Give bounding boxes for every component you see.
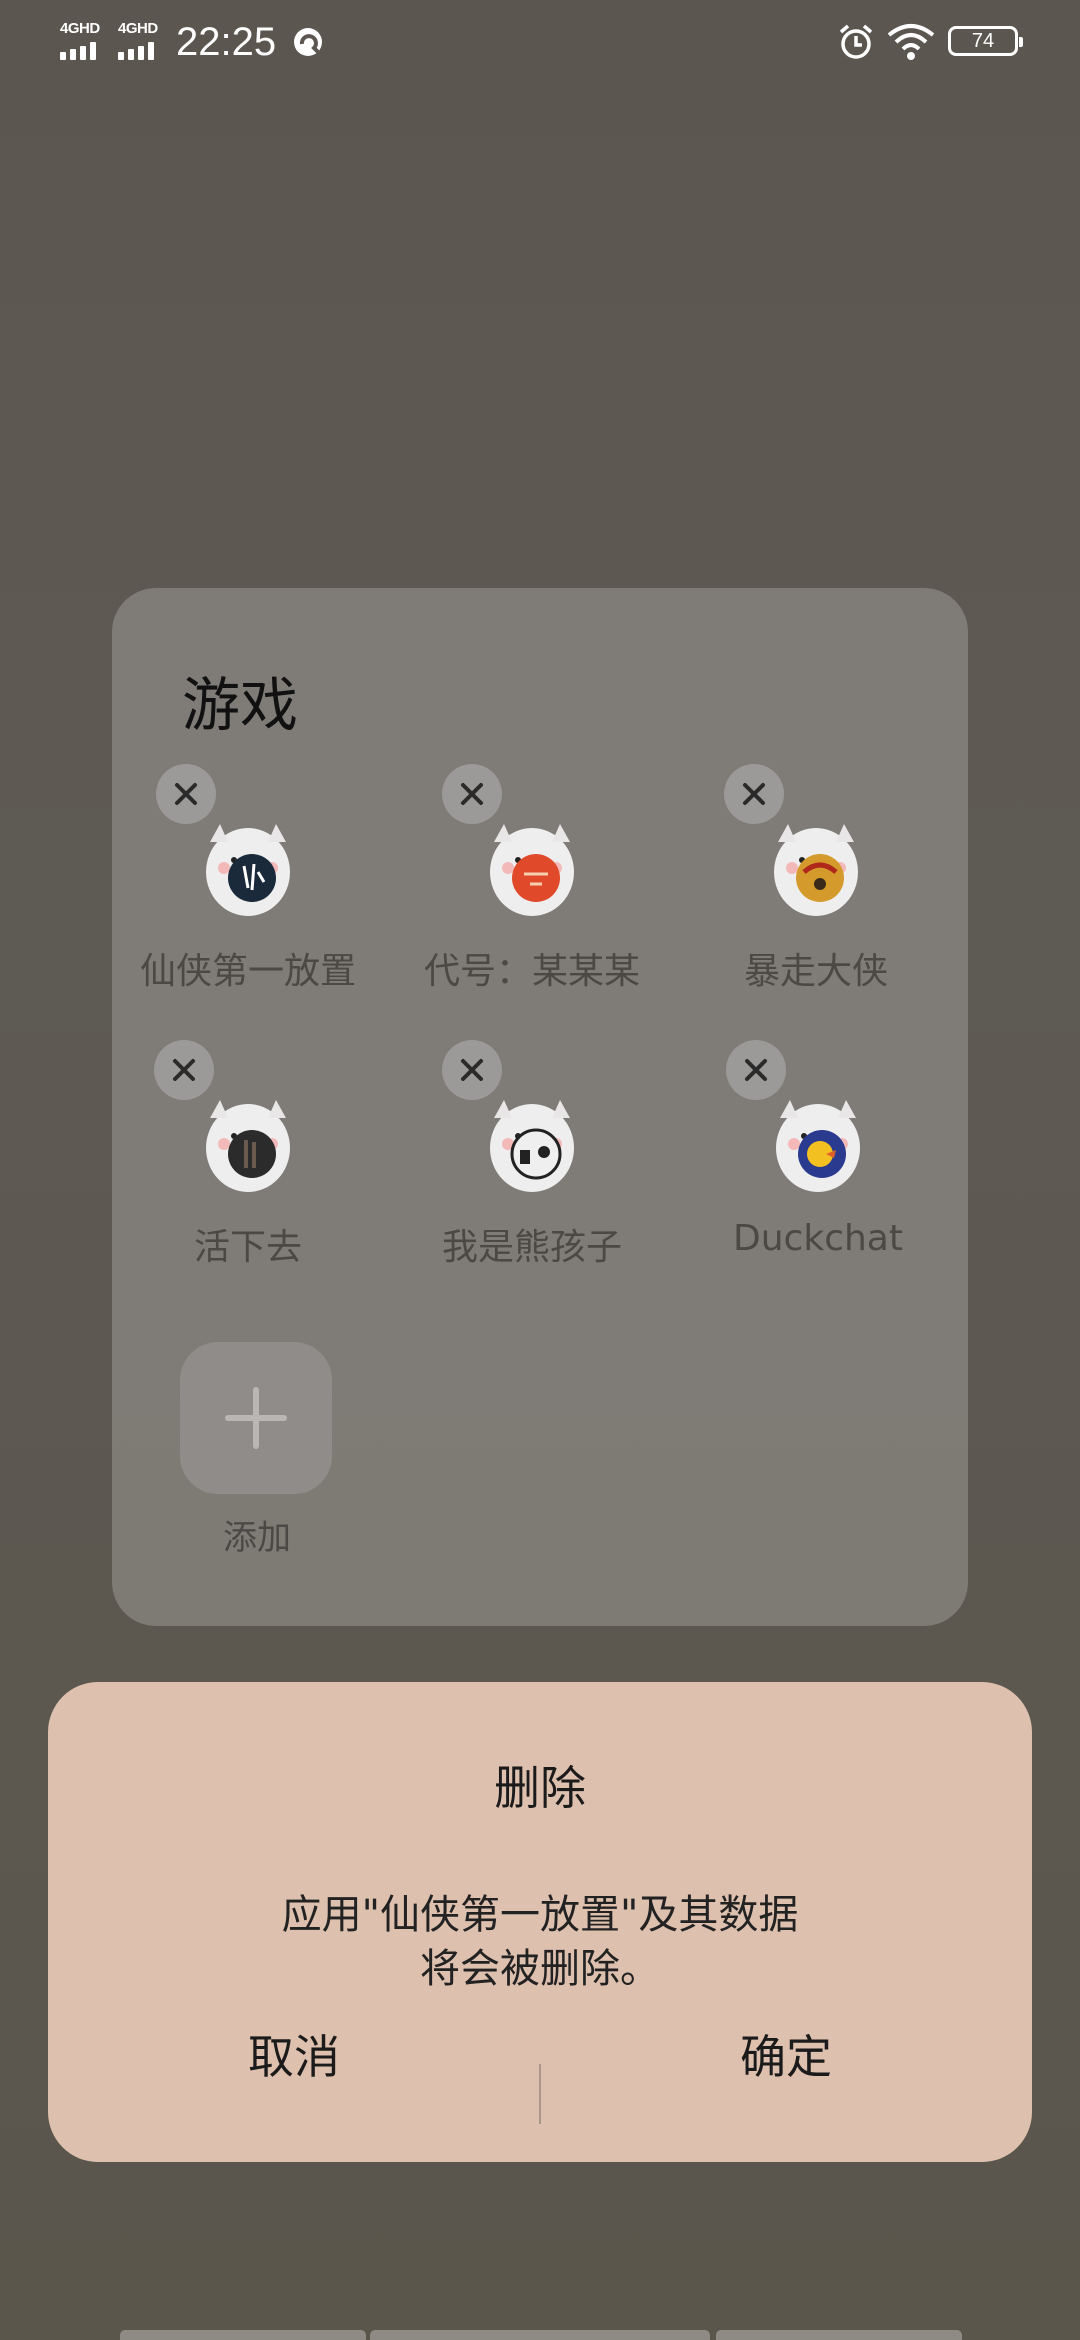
dialog-message-line-2: 将会被删除。 (420, 1946, 660, 1992)
app-folder: 游戏 仙侠第一放置 代号：某某某 暴走大侠 活下去 我是熊孩子 Duckchat… (112, 588, 968, 1626)
confirm-button[interactable]: 确定 (540, 2002, 1032, 2112)
game-icon-huoxiaqu[interactable] (194, 1088, 302, 1196)
app-item[interactable]: 我是熊孩子 (392, 1040, 672, 1300)
dialog-message: 应用"仙侠第一放置"及其数据 将会被删除。 (48, 1888, 1032, 1996)
game-icon-baozou[interactable] (762, 812, 870, 920)
q-app-icon (290, 24, 326, 60)
app-item[interactable]: 活下去 (108, 1040, 388, 1300)
battery-icon: 74 (948, 26, 1023, 56)
status-time: 22:25 (176, 20, 277, 64)
app-item[interactable]: 仙侠第一放置 (108, 764, 388, 1024)
signal-2-label: 4GHD (118, 20, 158, 37)
app-label: 活下去 (193, 1227, 302, 1268)
folder-title: 游戏 (182, 671, 299, 739)
app-item[interactable]: Duckchat (678, 1040, 958, 1300)
dialog-message-line-1: 应用"仙侠第一放置"及其数据 (281, 1892, 799, 1938)
cellular-signal-2-icon: 4GHD (116, 20, 164, 60)
app-item[interactable]: 暴走大侠 (676, 764, 956, 1024)
game-icon-daihao[interactable] (478, 812, 586, 920)
wifi-icon (886, 22, 936, 62)
battery-level: 74 (971, 30, 995, 52)
app-label: 代号：某某某 (423, 951, 640, 992)
game-icon-xianxia[interactable] (194, 812, 302, 920)
dock-hint (0, 2330, 1080, 2340)
app-item[interactable]: 代号：某某某 (392, 764, 672, 1024)
game-icon-xionghaizi[interactable] (478, 1088, 586, 1196)
cellular-signal-1-icon: 4GHD (58, 20, 106, 60)
app-label: 暴走大侠 (743, 951, 888, 992)
cancel-button[interactable]: 取消 (48, 2002, 540, 2112)
status-bar: 4GHD 4GHD 22:25 74 (0, 0, 1080, 84)
game-icon-duckchat[interactable] (764, 1088, 872, 1196)
dialog-title: 删除 (494, 1761, 586, 1815)
delete-dialog: 删除 应用"仙侠第一放置"及其数据 将会被删除。 取消 确定 (48, 1682, 1032, 2162)
alarm-icon (836, 22, 876, 62)
add-app-button[interactable] (180, 1342, 332, 1494)
app-label: 我是熊孩子 (441, 1227, 622, 1268)
plus-icon (225, 1387, 287, 1449)
add-app-label: 添加 (223, 1518, 291, 1558)
signal-1-label: 4GHD (60, 20, 100, 37)
app-label: 仙侠第一放置 (139, 951, 356, 992)
app-label: Duckchat (733, 1218, 903, 1259)
